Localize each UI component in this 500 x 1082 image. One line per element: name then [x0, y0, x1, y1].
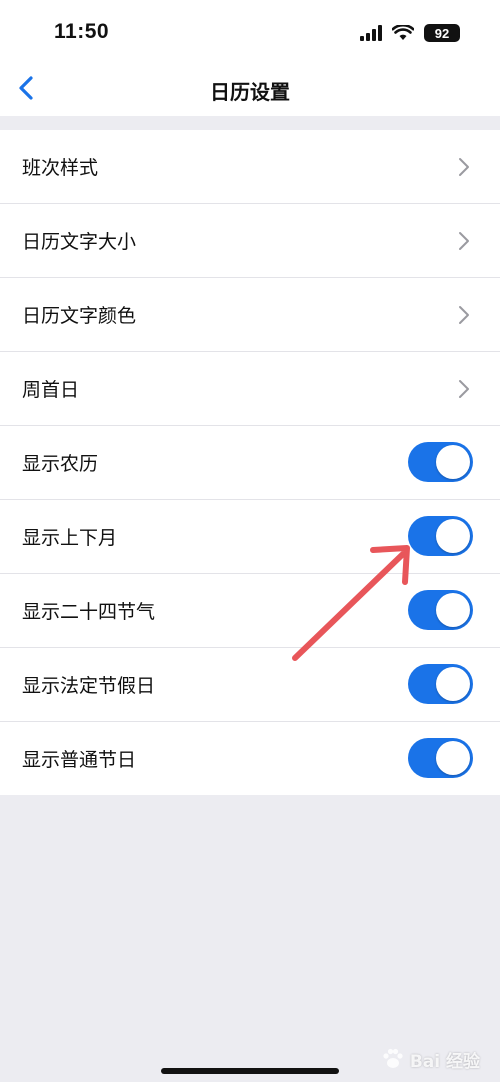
home-indicator[interactable]: [161, 1068, 339, 1074]
row-label: 日历文字大小: [22, 231, 137, 253]
festivals-toggle[interactable]: [408, 738, 473, 778]
settings-row-shift-style[interactable]: 班次样式: [0, 130, 500, 204]
row-label: 日历文字颜色: [22, 305, 137, 327]
status-bar: 11:50 92: [0, 0, 500, 62]
settings-row-festivals: 显示普通节日: [0, 722, 500, 795]
status-time: 11:50: [54, 20, 110, 43]
cellular-signal-icon: [360, 25, 382, 41]
row-label: 显示二十四节气: [22, 601, 156, 623]
watermark: Bai 经验: [380, 1046, 480, 1072]
settings-row-lunar: 显示农历: [0, 426, 500, 500]
row-label: 显示农历: [22, 453, 99, 475]
paw-logo-icon: [383, 1048, 403, 1068]
settings-row-adjacent-months: 显示上下月: [0, 500, 500, 574]
toggle-knob: [436, 445, 470, 479]
lunar-toggle[interactable]: [408, 442, 473, 482]
status-icons: 92: [360, 24, 460, 42]
row-label: 周首日: [22, 379, 80, 401]
chevron-right-icon: [459, 380, 469, 398]
annotation-arrow-icon: [292, 545, 410, 661]
chevron-right-icon: [459, 232, 469, 250]
nav-bar: 日历设置: [0, 62, 500, 116]
page-title: 日历设置: [210, 80, 290, 104]
chevron-right-icon: [459, 158, 469, 176]
toggle-knob: [436, 741, 470, 775]
settings-row-text-color[interactable]: 日历文字颜色: [0, 278, 500, 352]
battery-icon: 92: [424, 24, 460, 42]
toggle-knob: [436, 593, 470, 627]
settings-row-week-start[interactable]: 周首日: [0, 352, 500, 426]
chevron-right-icon: [459, 306, 469, 324]
settings-row-legal-holidays: 显示法定节假日: [0, 648, 500, 722]
row-label: 显示法定节假日: [22, 675, 156, 697]
settings-list: 班次样式 日历文字大小 日历文字颜色 周首日 显示农历 显示上下月 显示二十四节…: [0, 130, 500, 795]
legal-holidays-toggle[interactable]: [408, 664, 473, 704]
settings-row-text-size[interactable]: 日历文字大小: [0, 204, 500, 278]
row-label: 班次样式: [22, 157, 99, 179]
watermark-text: Bai 经验: [409, 1051, 480, 1072]
toggle-knob: [436, 519, 470, 553]
settings-row-solar-terms: 显示二十四节气: [0, 574, 500, 648]
row-label: 显示普通节日: [22, 749, 137, 771]
row-label: 显示上下月: [22, 527, 118, 549]
toggle-knob: [436, 667, 470, 701]
wifi-icon: [392, 25, 414, 40]
